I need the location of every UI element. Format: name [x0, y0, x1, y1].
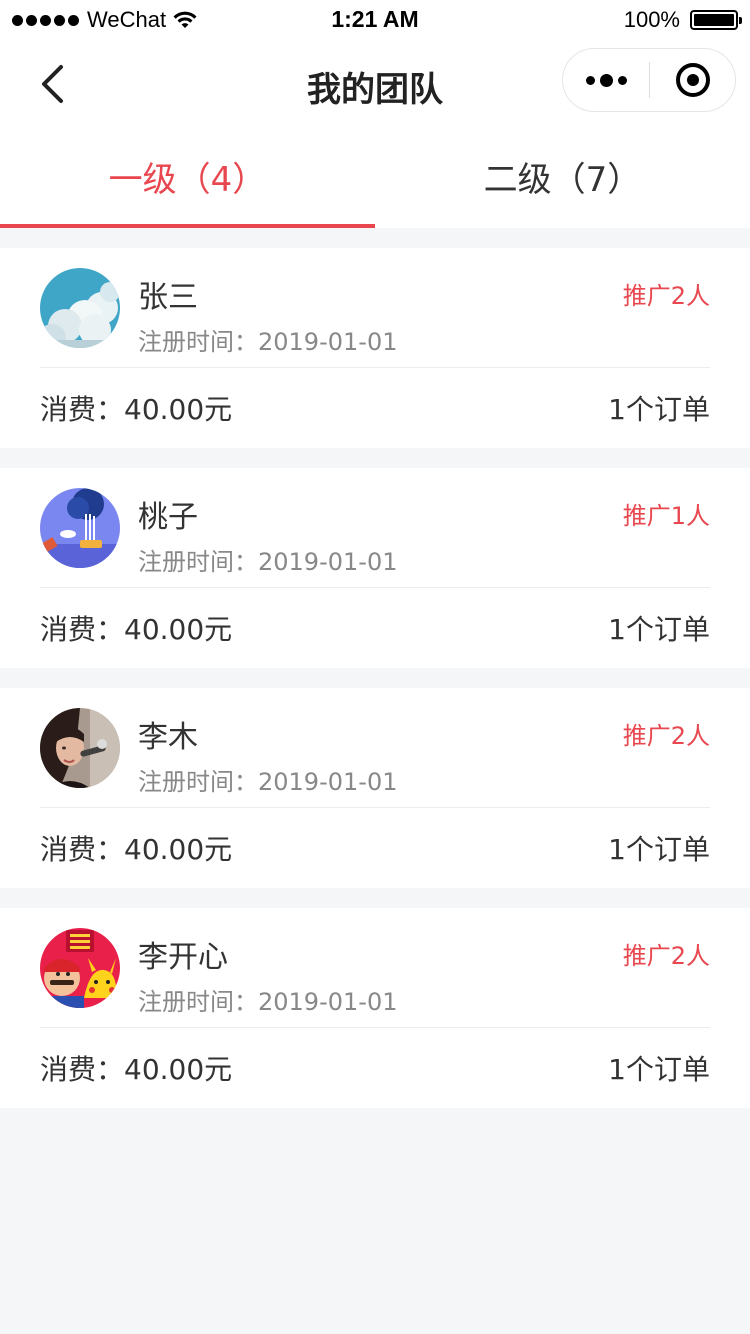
spend: 消费： 40.00元 [40, 1048, 232, 1088]
member-card[interactable]: 李开心 注册时间：2019-01-01 推广2人 消费： 40.00元 1个订单 [0, 908, 750, 1108]
member-card-bottom: 消费： 40.00元 1个订单 [40, 368, 710, 448]
spend-value: 40.00元 [124, 393, 233, 426]
member-card-bottom: 消费： 40.00元 1个订单 [40, 808, 710, 888]
sky-clouds-avatar-image [40, 268, 120, 348]
member-card-bottom: 消费： 40.00元 1个订单 [40, 588, 710, 668]
register-time-label: 注册时间： [138, 548, 258, 576]
status-right: 100% [623, 7, 742, 33]
member-name: 李木 [138, 720, 198, 755]
miniprogram-capsule [562, 48, 736, 112]
spend-value: 40.00元 [124, 1053, 233, 1086]
cartoon-red-avatar-image [40, 928, 120, 1008]
register-time-value: 2019-01-01 [258, 988, 398, 1016]
member-name: 张三 [138, 280, 198, 315]
member-card-top: 李开心 注册时间：2019-01-01 推广2人 [40, 908, 710, 1028]
avatar [40, 708, 120, 788]
nav-bar: 我的团队 [0, 40, 750, 128]
promo-count: 推广2人 [622, 282, 710, 310]
order-count: 1个订单 [608, 393, 710, 426]
spend-value: 40.00元 [124, 833, 233, 866]
tab-level-one[interactable]: 一级（4） [0, 128, 375, 228]
target-icon [675, 63, 710, 97]
spend-label: 消费： [40, 1053, 125, 1086]
register-time: 注册时间：2019-01-01 [138, 762, 397, 797]
register-time-label: 注册时间： [138, 768, 258, 796]
spend-label: 消费： [40, 613, 125, 646]
register-time-label: 注册时间： [138, 988, 258, 1016]
member-card-bottom: 消费： 40.00元 1个订单 [40, 1028, 710, 1108]
woman-photo-avatar-image [40, 708, 120, 788]
member-card[interactable]: 李木 注册时间：2019-01-01 推广2人 消费： 40.00元 1个订单 [0, 688, 750, 888]
blue-tree-avatar-image [40, 488, 120, 568]
spend-value: 40.00元 [124, 613, 233, 646]
order-count: 1个订单 [608, 1053, 710, 1086]
spend: 消费： 40.00元 [40, 608, 232, 648]
register-time: 注册时间：2019-01-01 [138, 982, 397, 1017]
more-dot-icon [599, 73, 613, 87]
order-count: 1个订单 [608, 613, 710, 646]
register-time-value: 2019-01-01 [258, 548, 398, 576]
tab-level-two[interactable]: 二级（7） [375, 128, 750, 228]
avatar [40, 928, 120, 1008]
spend-label: 消费： [40, 833, 125, 866]
battery-percent: 100% [623, 7, 680, 32]
promo-count: 推广2人 [622, 722, 710, 750]
status-bar: WeChat 1:21 AM 100% [0, 0, 750, 40]
register-time: 注册时间：2019-01-01 [138, 542, 397, 577]
member-card[interactable]: 桃子 注册时间：2019-01-01 推广1人 消费： 40.00元 1个订单 [0, 468, 750, 668]
spend-label: 消费： [40, 393, 125, 426]
member-name: 桃子 [138, 500, 198, 535]
order-count: 1个订单 [608, 833, 710, 866]
spend: 消费： 40.00元 [40, 388, 232, 428]
register-time-value: 2019-01-01 [258, 768, 398, 796]
avatar [40, 488, 120, 568]
battery-icon [690, 10, 742, 30]
spend: 消费： 40.00元 [40, 828, 232, 868]
register-time-label: 注册时间： [138, 328, 258, 356]
avatar [40, 268, 120, 348]
register-time-value: 2019-01-01 [258, 328, 398, 356]
more-button[interactable] [563, 49, 649, 111]
more-dot-icon [617, 75, 627, 85]
close-miniprogram-button[interactable] [650, 49, 735, 111]
member-card-top: 张三 注册时间：2019-01-01 推广2人 [40, 248, 710, 368]
promo-count: 推广2人 [622, 942, 710, 970]
member-card[interactable]: 张三 注册时间：2019-01-01 推广2人 消费： 40.00元 1个订单 [0, 248, 750, 448]
member-card-top: 李木 注册时间：2019-01-01 推广2人 [40, 688, 710, 808]
register-time: 注册时间：2019-01-01 [138, 322, 397, 357]
member-list: 张三 注册时间：2019-01-01 推广2人 消费：40.00元 1个订单 [0, 248, 750, 1128]
more-dot-icon [585, 75, 595, 85]
promo-count: 推广1人 [622, 502, 710, 530]
level-tabs: 一级（4） 二级（7） [0, 128, 750, 228]
member-name: 李开心 [138, 940, 228, 975]
member-card-top: 桃子 注册时间：2019-01-01 推广1人 [40, 468, 710, 588]
